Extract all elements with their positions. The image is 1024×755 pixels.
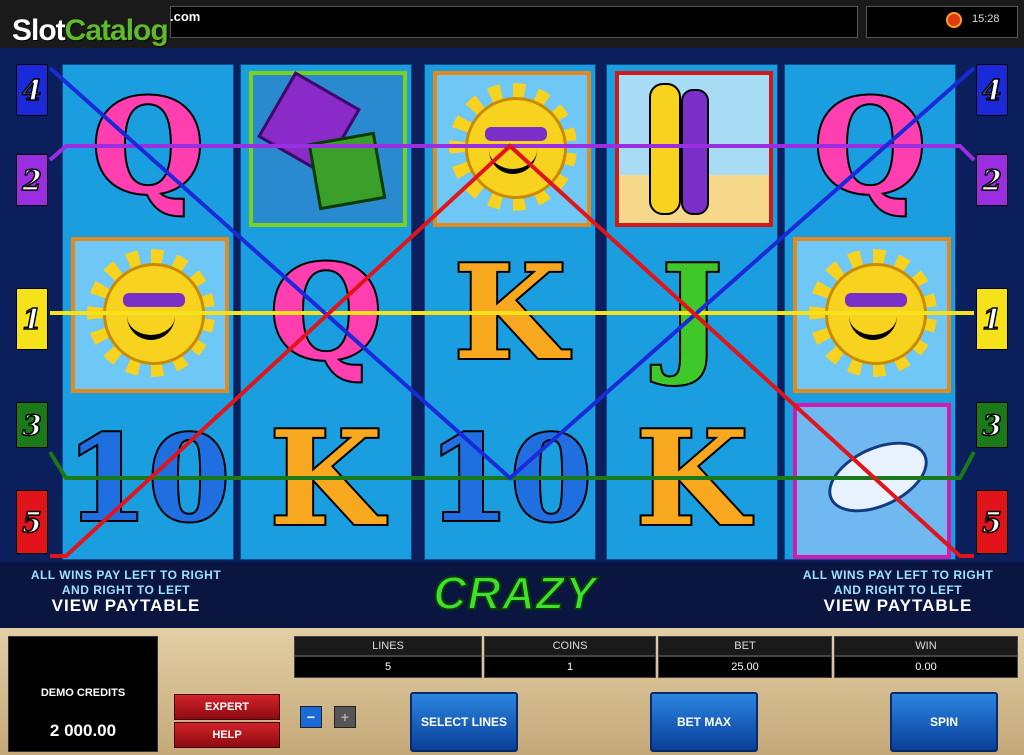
lines-value: 5 bbox=[294, 656, 482, 678]
line-marker-right-1[interactable]: 1 bbox=[976, 288, 1008, 350]
line-marker-right-2[interactable]: 2 bbox=[976, 154, 1008, 206]
pay-note-line1: ALL WINS PAY LEFT TO RIGHT bbox=[802, 568, 994, 582]
spin-button[interactable]: SPIN bbox=[890, 692, 998, 752]
line-marker-left-4[interactable]: 4 bbox=[16, 64, 48, 116]
line-marker-left-3[interactable]: 3 bbox=[16, 402, 48, 448]
pay-note-left: ALL WINS PAY LEFT TO RIGHT AND RIGHT TO … bbox=[8, 568, 244, 614]
bet-label: BET bbox=[658, 636, 832, 656]
payline-4 bbox=[48, 66, 976, 481]
pay-note-line1: ALL WINS PAY LEFT TO RIGHT bbox=[30, 568, 222, 582]
view-paytable-link[interactable]: VIEW PAYTABLE bbox=[780, 597, 1016, 614]
credits-box: DEMO CREDITS 2 000.00 bbox=[8, 636, 158, 752]
win-value: 0.00 bbox=[834, 656, 1018, 678]
bet-max-button[interactable]: BET MAX bbox=[650, 692, 758, 752]
bet-value: 25.00 bbox=[658, 656, 832, 678]
select-lines-button[interactable]: SELECT LINES bbox=[410, 692, 518, 752]
pay-note-right: ALL WINS PAY LEFT TO RIGHT AND RIGHT TO … bbox=[780, 568, 1016, 614]
payline-5 bbox=[50, 143, 974, 558]
line-marker-left-1[interactable]: 1 bbox=[16, 288, 48, 350]
coins-value: 1 bbox=[484, 656, 656, 678]
increase-bet-button[interactable]: + bbox=[334, 706, 356, 728]
line-marker-right-3[interactable]: 3 bbox=[976, 402, 1008, 448]
win-label: WIN bbox=[834, 636, 1018, 656]
line-marker-right-4[interactable]: 4 bbox=[976, 64, 1008, 116]
line-marker-right-5[interactable]: 5 bbox=[976, 490, 1008, 554]
credits-label: DEMO CREDITS bbox=[40, 687, 126, 699]
expert-button[interactable]: EXPERT bbox=[174, 694, 280, 720]
lines-label: LINES bbox=[294, 636, 482, 656]
line-marker-left-2[interactable]: 2 bbox=[16, 154, 48, 206]
coins-label: COINS bbox=[484, 636, 656, 656]
help-button[interactable]: HELP bbox=[174, 722, 280, 748]
credits-value: 2 000.00 bbox=[49, 721, 117, 740]
view-paytable-link[interactable]: VIEW PAYTABLE bbox=[8, 597, 244, 614]
line-marker-left-5[interactable]: 5 bbox=[16, 490, 48, 554]
decrease-bet-button[interactable]: − bbox=[300, 706, 322, 728]
